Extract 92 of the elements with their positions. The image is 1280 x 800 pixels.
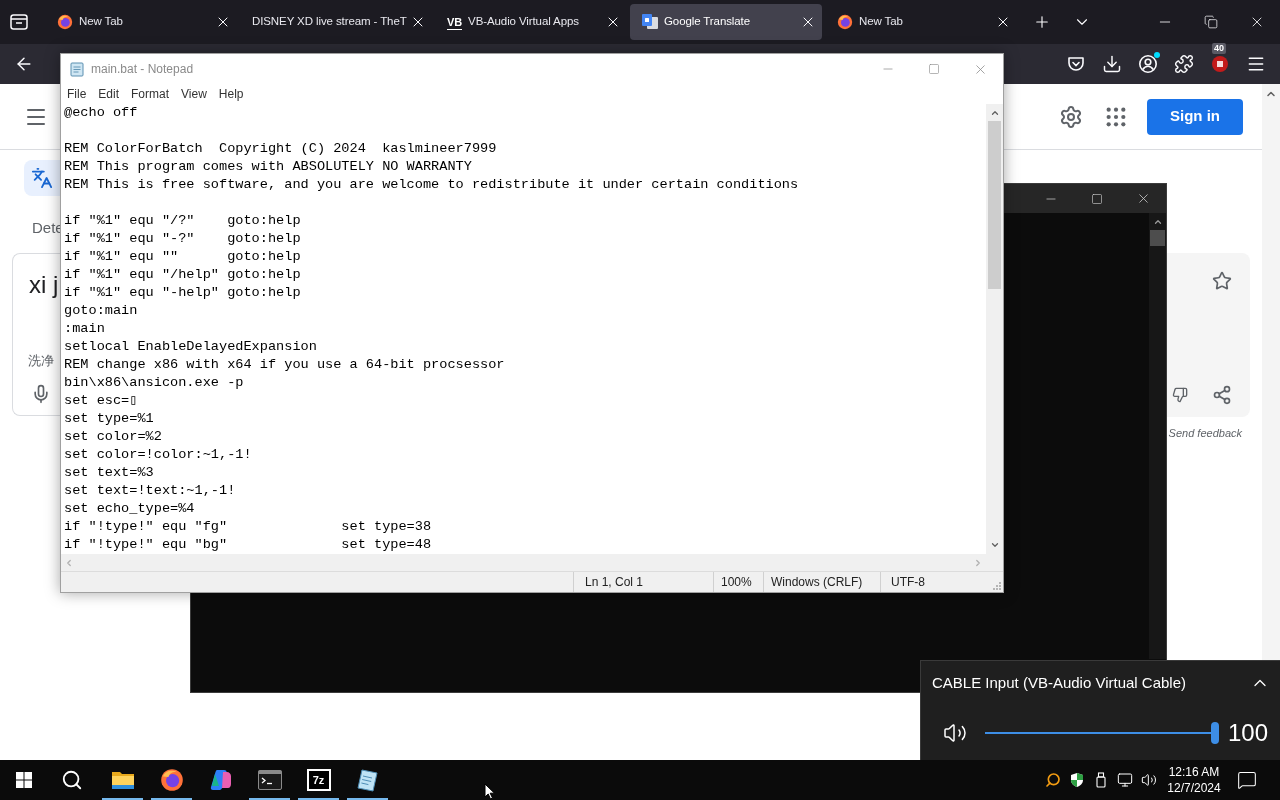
volume-reading: 100 — [1228, 718, 1269, 747]
resize-grip-icon[interactable] — [993, 582, 1001, 590]
notepad-icon — [69, 61, 85, 77]
code-line: set echo_type=%4 — [64, 500, 195, 518]
share-icon[interactable] — [1212, 385, 1232, 405]
code-line: if "!type!" equ "bg" set type=48 — [64, 536, 432, 554]
translate-icon — [31, 167, 53, 189]
new-tab-icon[interactable] — [1033, 13, 1051, 31]
star-icon[interactable] — [1212, 271, 1232, 291]
menu-item[interactable]: Format — [125, 85, 176, 103]
taskbar-app-button[interactable]: 7z — [294, 760, 343, 800]
browser-tab[interactable]: DISNEY XD live stream - TheT — [240, 4, 432, 40]
volume-slider[interactable] — [985, 721, 1219, 744]
menu-item[interactable]: Help — [212, 85, 250, 103]
window-title: main.bat - Notepad — [91, 61, 194, 78]
usb-drive-icon[interactable] — [1093, 772, 1109, 788]
code-line: REM This is free software, and you are welcome to redistribute it under certain conditions — [64, 176, 799, 194]
translate-logo-icon — [642, 14, 658, 30]
code-line: setlocal EnableDelayedExpansion — [64, 338, 317, 356]
audio-device-name[interactable]: CABLE Input (VB-Audio Virtual Cable) — [932, 671, 1187, 695]
chevron-shield-icon[interactable] — [1066, 54, 1086, 74]
cursor-position: Ln 1, Col 1 — [573, 572, 713, 592]
app-logo: 7z — [306, 769, 331, 791]
code-line: bin\x86\ansicon.exe -p — [64, 374, 244, 392]
firefox-icon[interactable] — [57, 14, 73, 30]
slider-thumb[interactable] — [1211, 721, 1219, 744]
speaker-icon[interactable] — [1141, 772, 1157, 788]
browser-tab[interactable]: New Tab — [45, 4, 237, 40]
folder-icon — [110, 769, 135, 791]
code-line: if "!type!" equ "fg" set type=38 — [64, 518, 432, 536]
apps-grid-icon[interactable] — [1105, 105, 1127, 128]
code-line: REM ColorForBatch Copyright (C) 2024 kaslmineer7999 — [64, 140, 497, 158]
zoom-level: 100% — [713, 572, 763, 592]
microphone-icon[interactable] — [31, 384, 51, 404]
code-line: REM change x86 with x64 if you use a 64-bit procsessor — [64, 356, 505, 374]
maximize-icon[interactable] — [1091, 192, 1103, 205]
account-icon[interactable] — [1138, 54, 1158, 74]
browser-tab[interactable]: New Tab — [825, 4, 1017, 40]
browser-tab[interactable]: Google Translate — [630, 4, 822, 40]
scrollbar-thumb[interactable] — [988, 121, 1001, 289]
code-line: REM This program comes with ABSOLUTELY NO WARRANTY — [64, 158, 472, 176]
swirl-logo-icon — [208, 768, 233, 792]
code-line: @echo off — [64, 104, 138, 122]
code-line: if "%1" equ "/help" goto:help — [64, 266, 301, 284]
terminal-icon — [257, 770, 282, 790]
download-icon[interactable] — [1102, 54, 1122, 74]
count-badge: 40 — [1212, 43, 1226, 54]
restore-icon[interactable] — [1204, 15, 1218, 29]
firefox-icon[interactable] — [159, 768, 184, 792]
menu-item[interactable]: File — [61, 85, 93, 103]
notepad-icon — [355, 768, 380, 792]
scroll-up-icon[interactable] — [1152, 217, 1163, 227]
magnifier-icon[interactable] — [1045, 772, 1061, 788]
menu-icon[interactable] — [1246, 54, 1266, 74]
code-line: if "%1" equ "/?" goto:help — [64, 212, 301, 230]
code-line: set text=!text:~1,-1! — [64, 482, 236, 500]
scroll-up-icon[interactable] — [989, 108, 1000, 118]
code-line: set type=%1 — [64, 410, 154, 428]
code-line: goto:main — [64, 302, 138, 320]
encoding: UTF-8 — [880, 572, 990, 592]
site-logo: VB — [447, 14, 463, 30]
code-line: set color=%2 — [64, 428, 162, 446]
windows-logo-icon — [16, 772, 32, 788]
shield-icon[interactable] — [1069, 772, 1085, 788]
thumbs-down-icon[interactable] — [1172, 387, 1188, 403]
clock[interactable]: 12:16 AM 12/7/2024 — [1161, 760, 1227, 800]
code-line: set color=!color:~1,-1! — [64, 446, 252, 464]
menu-item[interactable]: View — [175, 85, 213, 103]
code-line: set esc=▯ — [64, 392, 138, 410]
source-text[interactable]: xi j — [29, 269, 60, 301]
sign-in-button[interactable]: Sign in — [1147, 98, 1243, 135]
line-ending: Windows (CRLF) — [763, 572, 880, 592]
menu-item[interactable]: Edit — [92, 85, 126, 103]
text-mode-tab[interactable] — [24, 160, 60, 196]
code-line: if "%1" equ "-help" goto:help — [64, 284, 301, 302]
browser-tab[interactable]: VB VB-Audio Virtual Apps — [435, 4, 627, 40]
code-line: set text=%3 — [64, 464, 154, 482]
code-line: :main — [64, 320, 105, 338]
extensions-icon[interactable] — [1174, 54, 1194, 74]
send-feedback-link[interactable]: Send feedback — [1168, 425, 1242, 441]
settings-icon[interactable] — [1059, 104, 1083, 129]
tab-list-icon[interactable] — [9, 12, 29, 32]
scrollbar-thumb[interactable] — [1150, 230, 1165, 246]
search-icon — [61, 769, 83, 791]
scroll-down-icon[interactable] — [989, 540, 1000, 550]
speech-bubble-icon — [1237, 770, 1257, 790]
monitor-icon[interactable] — [1117, 772, 1133, 788]
code-line: if "%1" equ "-?" goto:help — [64, 230, 301, 248]
firefox-icon[interactable] — [837, 14, 853, 30]
input-suggestion: 洗净 — [28, 352, 55, 370]
extension-logo-icon[interactable] — [1210, 54, 1230, 74]
code-line: if "%1" equ "" goto:help — [64, 248, 301, 266]
